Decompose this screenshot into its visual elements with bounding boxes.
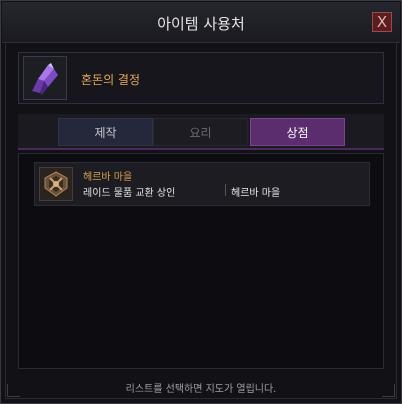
item-info-panel: 혼돈의 결정 bbox=[18, 52, 384, 104]
row-location: 헤르바 마을 bbox=[83, 172, 133, 183]
window-title: 아이템 사용처 bbox=[157, 15, 245, 33]
list-item[interactable]: 헤르바 마을 레이드 물품 교환 상인 헤르바 마을 bbox=[34, 162, 370, 206]
tab-cooking[interactable]: 요리 bbox=[153, 118, 248, 146]
usage-list: 헤르바 마을 레이드 물품 교환 상인 헤르바 마을 bbox=[18, 153, 384, 369]
item-name: 혼돈의 결정 bbox=[81, 73, 141, 87]
merchant-emblem-icon bbox=[39, 167, 73, 201]
tab-bar: 제작 요리 상점 bbox=[18, 114, 384, 150]
footer-hint: 리스트를 선택하면 지도가 열립니다. bbox=[125, 384, 277, 395]
tab-craft[interactable]: 제작 bbox=[58, 118, 153, 146]
purple-crystal-icon bbox=[23, 56, 67, 100]
row-divider bbox=[225, 184, 226, 196]
row-npc-name: 레이드 물품 교환 상인 bbox=[83, 188, 176, 199]
item-usage-window: 아이템 사용처 X 혼돈의 결정 제작 요리 상점 헤르바 마을 레이드 물품 … bbox=[0, 0, 402, 404]
title-bar[interactable]: 아이템 사용처 X bbox=[2, 2, 400, 43]
close-button[interactable]: X bbox=[372, 12, 392, 32]
row-zone: 헤르바 마을 bbox=[231, 188, 281, 199]
close-icon: X bbox=[376, 13, 388, 31]
tab-shop[interactable]: 상점 bbox=[250, 118, 345, 146]
